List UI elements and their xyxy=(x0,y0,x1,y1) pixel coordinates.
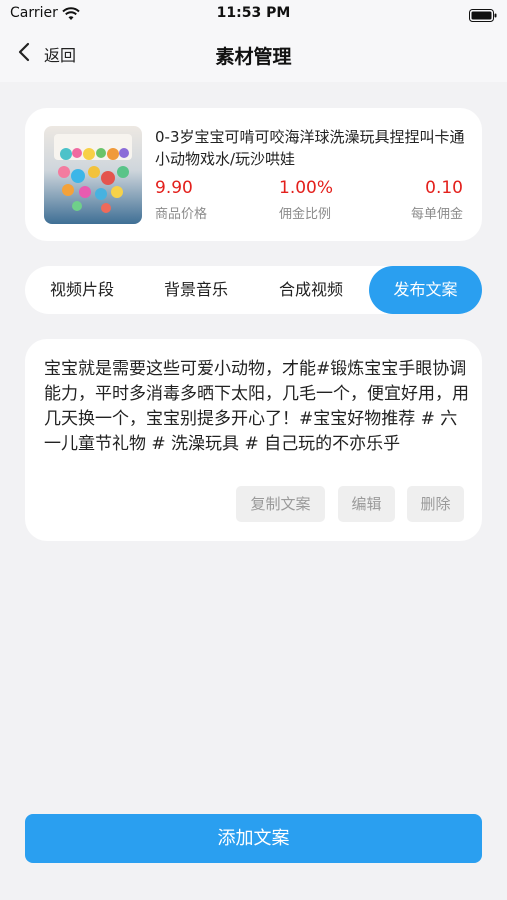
delete-button[interactable]: 删除 xyxy=(407,486,464,522)
commission-rate-stat: 1.00% 佣金比例 xyxy=(279,178,333,222)
nav-bar: 返回 素材管理 xyxy=(0,28,507,82)
status-time: 11:53 PM xyxy=(216,5,291,21)
tab-video-clips[interactable]: 视频片段 xyxy=(25,266,139,314)
page-title: 素材管理 xyxy=(215,46,292,68)
copy-text: 宝宝就是需要这些可爱小动物，才能#锻炼宝宝手眼协调能力，平时多消毒多晒下太阳，几… xyxy=(44,359,469,454)
commission-per-order-label: 每单佣金 xyxy=(410,207,463,222)
tab-composite-video[interactable]: 合成视频 xyxy=(253,266,369,314)
add-copy-button[interactable]: 添加文案 xyxy=(25,814,482,863)
copy-text-button[interactable]: 复制文案 xyxy=(236,486,325,522)
commission-rate-label: 佣金比例 xyxy=(279,207,332,222)
copy-card: 宝宝就是需要这些可爱小动物，才能#锻炼宝宝手眼协调能力，平时多消毒多晒下太阳，几… xyxy=(25,339,482,541)
tab-bar: 视频片段 背景音乐 合成视频 发布文案 xyxy=(25,266,482,314)
tab-publish-copy[interactable]: 发布文案 xyxy=(369,266,482,314)
product-card: 0-3岁宝宝可啃可咬海洋球洗澡玩具捏捏叫卡通小动物戏水/玩沙哄娃 9.90 商品… xyxy=(25,108,482,241)
price-label: 商品价格 xyxy=(155,207,208,222)
product-image xyxy=(44,126,142,224)
status-bar: Carrier 11:53 PM xyxy=(0,0,507,28)
commission-per-order-value: 0.10 xyxy=(425,178,463,198)
tab-background-music[interactable]: 背景音乐 xyxy=(139,266,253,314)
price-stat: 9.90 商品价格 xyxy=(155,178,207,222)
price-value: 9.90 xyxy=(155,178,193,198)
commission-rate-value: 1.00% xyxy=(279,178,334,198)
commission-per-order-stat: 0.10 每单佣金 xyxy=(411,178,463,222)
edit-button[interactable]: 编辑 xyxy=(338,486,395,522)
product-name: 0-3岁宝宝可啃可咬海洋球洗澡玩具捏捏叫卡通小动物戏水/玩沙哄娃 xyxy=(155,128,465,168)
battery-icon xyxy=(469,7,497,26)
